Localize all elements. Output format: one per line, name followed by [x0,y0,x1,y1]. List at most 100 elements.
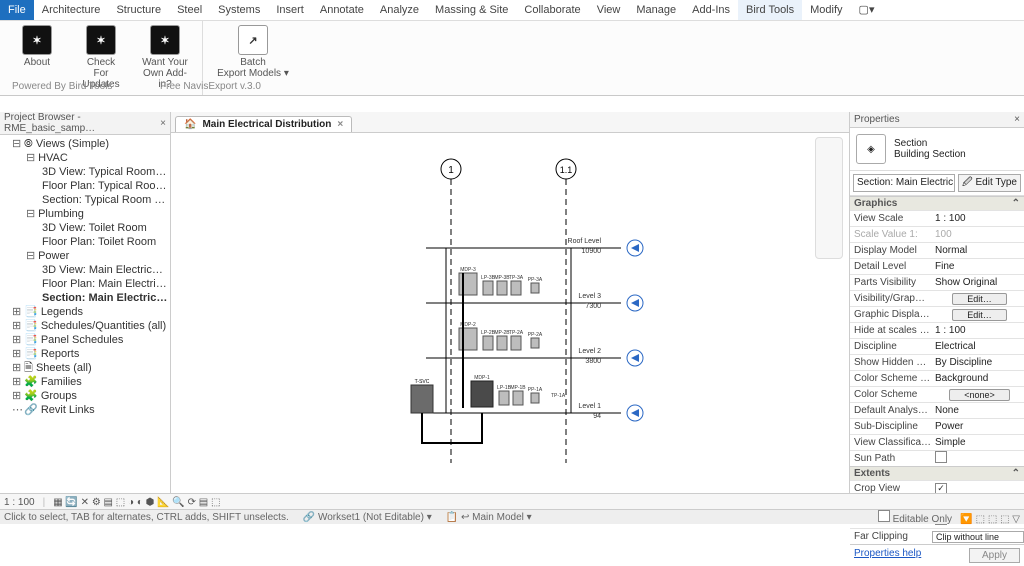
tree-item[interactable]: Floor Plan: Main Electrical E [4,277,168,291]
panels-level2: MDP-2 LP-2B MP-2B TP-2A PP-2A [459,322,543,350]
scale-display[interactable]: 1 : 100 [4,497,35,508]
svg-text:10900: 10900 [582,248,602,255]
tab-view[interactable]: View [589,0,629,20]
tab-steel[interactable]: Steel [169,0,210,20]
property-row[interactable]: Hide at scales …1 : 100 [850,322,1024,338]
drawing-canvas[interactable]: 1 1.1 Roof Level 10900 [171,133,849,494]
tree-power[interactable]: ⊟ Power [4,249,168,263]
tree-sheets[interactable]: ⊞ 🗎 Sheets (all) [4,361,168,375]
apply-button[interactable]: Apply [969,548,1020,563]
tab-manage[interactable]: Manage [628,0,684,20]
tree-item[interactable]: Section: Typical Room WSH [4,193,168,207]
edit-button[interactable]: Edit… [952,309,1007,321]
svg-text:7300: 7300 [585,303,601,310]
status-icons[interactable]: ▦ 🔄 ✕ ⚙ ▤ ⬚ ◑ ◐ ⬢ 📐 🔍 ⟳ ▤ ⬚ [53,497,220,508]
close-icon[interactable]: × [160,118,166,129]
property-row[interactable]: Color Scheme …Background [850,370,1024,386]
tree-families[interactable]: ⊞ 🧩 Families [4,375,168,389]
tab-modify[interactable]: Modify [802,0,850,20]
edit-button[interactable]: <none> [949,389,1010,401]
tree-item[interactable]: 3D View: Main Electrical Dis [4,263,168,277]
property-row[interactable]: View Classifica…Simple [850,434,1024,450]
edit-type-button[interactable]: 🖉 Edit Type [958,174,1021,192]
props-section-graphics[interactable]: Graphics⌃ [850,196,1024,210]
property-row[interactable]: Color Scheme<none> [850,386,1024,402]
svg-text:TP-1A: TP-1A [551,393,566,399]
tab-structure[interactable]: Structure [108,0,169,20]
property-row[interactable]: Graphic Displa…Edit… [850,306,1024,322]
view-status-bar: 1 : 100 | ▦ 🔄 ✕ ⚙ ▤ ⬚ ◑ ◐ ⬢ 📐 🔍 ⟳ ▤ ⬚ [0,493,1024,510]
tab-file[interactable]: File [0,0,34,20]
svg-text:1: 1 [448,165,454,176]
tree-item[interactable]: 3D View: Typical Room WSH [4,165,168,179]
tab-annotate[interactable]: Annotate [312,0,372,20]
property-row[interactable]: Detail LevelFine [850,258,1024,274]
property-row[interactable]: DisciplineElectrical [850,338,1024,354]
tree-views[interactable]: ⊟ ⦾ Views (Simple) [4,137,168,151]
bird-icon: ✶ [22,25,52,55]
tree-plumbing[interactable]: ⊟ Plumbing [4,207,168,221]
section-drawing: 1 1.1 Roof Level 10900 [391,153,761,494]
model-selector[interactable]: Main Model [472,512,524,523]
tree-schedules[interactable]: ⊞ 📑 Schedules/Quantities (all) [4,319,168,333]
svg-text:PP-1A: PP-1A [528,387,543,393]
tab-systems[interactable]: Systems [210,0,268,20]
workset-selector[interactable]: Workset1 (Not Editable) [318,512,424,523]
tree-item[interactable]: Floor Plan: Typical Room W… [4,179,168,193]
tree-item[interactable]: Floor Plan: Toilet Room [4,235,168,249]
tree-hvac[interactable]: ⊟ HVAC [4,151,168,165]
ribbon-tab-bar: File Architecture Structure Steel System… [0,0,1024,21]
property-row[interactable]: Sun Path [850,450,1024,466]
property-row[interactable]: Parts VisibilityShow Original [850,274,1024,290]
tree-item[interactable]: 3D View: Toilet Room [4,221,168,235]
properties-type[interactable]: ◈ Section Building Section [850,128,1024,170]
property-row[interactable]: View Scale1 : 100 [850,210,1024,226]
property-row[interactable]: Show Hidden …By Discipline [850,354,1024,370]
tree-links[interactable]: ⋯ 🔗 Revit Links [4,403,168,417]
tab-insert[interactable]: Insert [268,0,312,20]
svg-text:94: 94 [593,413,601,420]
project-browser-title: Project Browser - RME_basic_samp… × [0,112,170,135]
project-tree[interactable]: ⊟ ⦾ Views (Simple) ⊟ HVAC 3D View: Typic… [0,135,170,419]
instance-selector[interactable]: Section: Main Electric… ▾ [853,174,955,192]
property-row[interactable]: Visibility/Grap…Edit… [850,290,1024,306]
close-icon[interactable]: × [1014,114,1020,125]
ribbon-footer-2: Free NavisExport v.3.0 [160,81,261,92]
edit-button[interactable]: Edit… [952,293,1007,305]
property-row[interactable]: Display ModelNormal [850,242,1024,258]
view-tab[interactable]: 🏠 Main Electrical Distribution × [175,116,352,132]
tab-addins[interactable]: Add-Ins [684,0,738,20]
editable-only-checkbox[interactable] [878,510,890,522]
properties-help-link[interactable]: Properties help [854,548,921,563]
grid-bubble-2: 1.1 [556,159,576,463]
property-row[interactable]: Scale Value 1:100 [850,226,1024,242]
close-icon[interactable]: × [337,119,343,130]
tab-architecture[interactable]: Architecture [34,0,109,20]
svg-text:1.1: 1.1 [560,165,573,175]
checkbox[interactable] [935,451,947,463]
svg-text:T-SVC: T-SVC [415,379,430,385]
tree-item-active[interactable]: Section: Main Electrical Di [4,291,168,305]
grid-bubble-1: 1 [441,159,461,463]
tab-massing[interactable]: Massing & Site [427,0,516,20]
tree-legends[interactable]: ⊞ 📑 Legends [4,305,168,319]
tab-collaborate[interactable]: Collaborate [516,0,588,20]
property-row[interactable]: Sub-DisciplinePower [850,418,1024,434]
property-row[interactable]: Far ClippingClip without line [850,528,1024,544]
ribbon-footer-1: Powered By Bird Tools [12,81,112,92]
svg-text:PP-2A: PP-2A [528,332,543,338]
tree-groups[interactable]: ⊞ 🧩 Groups [4,389,168,403]
tab-birdtools[interactable]: Bird Tools [738,0,802,20]
tree-panel-schedules[interactable]: ⊞ 📑 Panel Schedules [4,333,168,347]
svg-text:MDP-1: MDP-1 [474,375,490,381]
tab-play[interactable]: ▢▾ [851,0,883,20]
svg-text:Roof Level: Roof Level [568,238,602,245]
navigation-bar[interactable] [815,137,843,259]
bird-icon: ✶ [86,25,116,55]
panels-level3: MDP-3 LP-3B MP-3B TP-3A PP-3A [459,267,543,295]
tab-analyze[interactable]: Analyze [372,0,427,20]
props-section-extents[interactable]: Extents⌃ [850,466,1024,480]
svg-text:TP-3A: TP-3A [509,275,524,281]
tree-reports[interactable]: ⊞ 📑 Reports [4,347,168,361]
property-row[interactable]: Default Analys…None [850,402,1024,418]
